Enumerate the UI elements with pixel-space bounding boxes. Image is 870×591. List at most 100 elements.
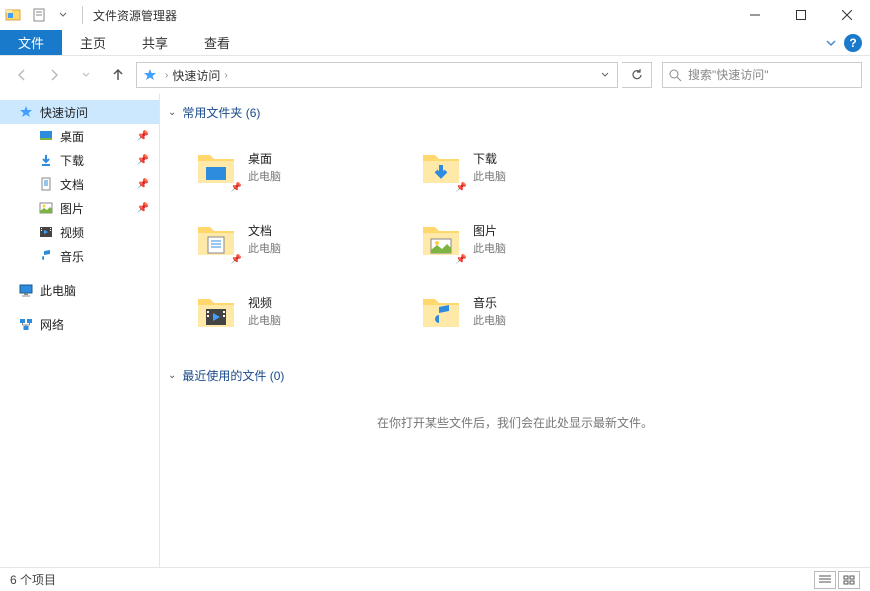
desktop-icon bbox=[38, 128, 54, 144]
folder-item-desktop[interactable]: 📌 桌面 此电脑 bbox=[188, 131, 413, 203]
sidebar-item-pictures[interactable]: 图片 📌 bbox=[0, 196, 159, 220]
nav-up-button[interactable] bbox=[104, 61, 132, 89]
breadcrumb-current[interactable]: 快速访问 bbox=[172, 67, 220, 84]
pin-icon: 📌 bbox=[231, 254, 242, 265]
pin-icon: 📌 bbox=[137, 131, 149, 142]
status-bar: 6 个项目 bbox=[0, 567, 870, 591]
ribbon-tab-share[interactable]: 共享 bbox=[124, 30, 186, 55]
qat-properties-icon[interactable] bbox=[28, 4, 50, 26]
app-icon bbox=[4, 6, 22, 24]
folder-name: 文档 bbox=[248, 222, 281, 239]
view-details-button[interactable] bbox=[814, 571, 836, 589]
address-bar[interactable]: › 快速访问 › bbox=[136, 62, 618, 88]
group-header-frequent[interactable]: ⌄ 常用文件夹 (6) bbox=[168, 104, 862, 121]
folder-item-documents[interactable]: 📌 文档 此电脑 bbox=[188, 203, 413, 275]
sidebar-item-this-pc[interactable]: 此电脑 bbox=[0, 278, 159, 302]
pin-icon: 📌 bbox=[137, 179, 149, 190]
ribbon-expand-icon[interactable] bbox=[826, 38, 836, 48]
folder-location: 此电脑 bbox=[248, 312, 281, 328]
address-dropdown-icon[interactable] bbox=[595, 71, 615, 79]
folder-location: 此电脑 bbox=[473, 240, 506, 256]
chevron-down-icon: ⌄ bbox=[168, 107, 176, 118]
breadcrumb-separator: › bbox=[165, 70, 168, 81]
folder-icon bbox=[419, 289, 463, 333]
sidebar-item-music[interactable]: 音乐 bbox=[0, 244, 159, 268]
pictures-icon bbox=[38, 200, 54, 216]
refresh-button[interactable] bbox=[622, 62, 652, 88]
address-toolbar: › 快速访问 › bbox=[0, 56, 870, 94]
folder-name: 桌面 bbox=[248, 150, 281, 167]
content-pane: ⌄ 常用文件夹 (6) 📌 桌面 此电脑 📌 bbox=[160, 94, 870, 567]
downloads-icon bbox=[38, 152, 54, 168]
folder-name: 下载 bbox=[473, 150, 506, 167]
folder-name: 图片 bbox=[473, 222, 506, 239]
search-box[interactable] bbox=[662, 62, 862, 88]
tree-label: 网络 bbox=[40, 316, 64, 333]
group-header-recent[interactable]: ⌄ 最近使用的文件 (0) bbox=[168, 367, 862, 384]
nav-forward-button[interactable] bbox=[40, 61, 68, 89]
tree-label: 快速访问 bbox=[40, 104, 88, 121]
frequent-folders-grid: 📌 桌面 此电脑 📌 下载 此电脑 bbox=[168, 131, 862, 347]
tree-label: 图片 bbox=[60, 200, 84, 217]
folder-name: 视频 bbox=[248, 294, 281, 311]
group-title: 常用文件夹 (6) bbox=[182, 104, 260, 121]
minimize-button[interactable] bbox=[732, 0, 778, 30]
ribbon-tab-view[interactable]: 查看 bbox=[186, 30, 248, 55]
sidebar-item-network[interactable]: 网络 bbox=[0, 312, 159, 336]
help-icon[interactable]: ? bbox=[844, 34, 862, 52]
documents-icon bbox=[38, 176, 54, 192]
navigation-pane: 快速访问 桌面 📌 下载 📌 文档 📌 图片 bbox=[0, 94, 160, 567]
sidebar-item-videos[interactable]: 视频 bbox=[0, 220, 159, 244]
folder-name: 音乐 bbox=[473, 294, 506, 311]
folder-item-videos[interactable]: 视频 此电脑 bbox=[188, 275, 413, 347]
search-icon bbox=[669, 69, 682, 82]
music-icon bbox=[38, 248, 54, 264]
folder-location: 此电脑 bbox=[248, 240, 281, 256]
tree-label: 下载 bbox=[60, 152, 84, 169]
sidebar-item-documents[interactable]: 文档 📌 bbox=[0, 172, 159, 196]
empty-recent-message: 在你打开某些文件后，我们会在此处显示最新文件。 bbox=[168, 394, 862, 451]
pin-icon: 📌 bbox=[137, 155, 149, 166]
videos-icon bbox=[38, 224, 54, 240]
tree-label: 音乐 bbox=[60, 248, 84, 265]
folder-location: 此电脑 bbox=[248, 168, 281, 184]
separator bbox=[82, 6, 83, 24]
ribbon: 文件 主页 共享 查看 ? bbox=[0, 30, 870, 56]
pin-icon: 📌 bbox=[137, 203, 149, 214]
tree-label: 视频 bbox=[60, 224, 84, 241]
folder-item-downloads[interactable]: 📌 下载 此电脑 bbox=[413, 131, 638, 203]
sidebar-item-desktop[interactable]: 桌面 📌 bbox=[0, 124, 159, 148]
tree-label: 此电脑 bbox=[40, 282, 76, 299]
sidebar-item-downloads[interactable]: 下载 📌 bbox=[0, 148, 159, 172]
ribbon-tab-home[interactable]: 主页 bbox=[62, 30, 124, 55]
tree-label: 文档 bbox=[60, 176, 84, 193]
nav-history-dropdown[interactable] bbox=[72, 61, 100, 89]
sidebar-item-quick-access[interactable]: 快速访问 bbox=[0, 100, 159, 124]
nav-back-button[interactable] bbox=[8, 61, 36, 89]
breadcrumb-separator[interactable]: › bbox=[224, 70, 227, 81]
group-title: 最近使用的文件 (0) bbox=[182, 367, 284, 384]
qat-dropdown-icon[interactable] bbox=[52, 4, 74, 26]
item-count: 6 个项目 bbox=[10, 571, 56, 588]
this-pc-icon bbox=[18, 282, 34, 298]
ribbon-file-tab[interactable]: 文件 bbox=[0, 30, 62, 55]
folder-item-music[interactable]: 音乐 此电脑 bbox=[413, 275, 638, 347]
folder-location: 此电脑 bbox=[473, 168, 506, 184]
pin-icon: 📌 bbox=[231, 182, 242, 193]
folder-item-pictures[interactable]: 📌 图片 此电脑 bbox=[413, 203, 638, 275]
folder-icon bbox=[194, 289, 238, 333]
view-icons-button[interactable] bbox=[838, 571, 860, 589]
pin-icon: 📌 bbox=[456, 182, 467, 193]
network-icon bbox=[18, 316, 34, 332]
search-input[interactable] bbox=[688, 68, 855, 82]
window-title: 文件资源管理器 bbox=[93, 7, 177, 24]
titlebar: 文件资源管理器 bbox=[0, 0, 870, 30]
tree-label: 桌面 bbox=[60, 128, 84, 145]
pin-icon: 📌 bbox=[456, 254, 467, 265]
chevron-down-icon: ⌄ bbox=[168, 370, 176, 381]
folder-location: 此电脑 bbox=[473, 312, 506, 328]
maximize-button[interactable] bbox=[778, 0, 824, 30]
close-button[interactable] bbox=[824, 0, 870, 30]
quick-access-icon bbox=[143, 68, 157, 82]
quick-access-icon bbox=[18, 104, 34, 120]
